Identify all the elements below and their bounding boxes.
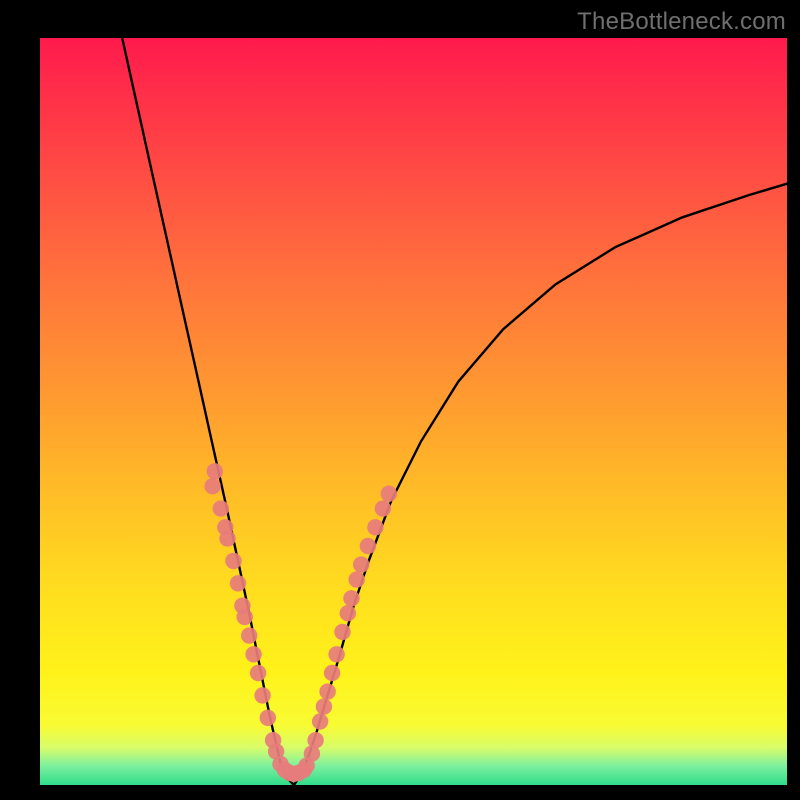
data-point: [260, 710, 276, 726]
data-point: [245, 646, 261, 662]
data-point: [319, 683, 335, 699]
data-point: [349, 571, 365, 587]
data-point: [324, 665, 340, 681]
data-point: [213, 500, 229, 516]
data-point: [241, 627, 257, 643]
left-curve: [122, 38, 294, 785]
data-point: [328, 646, 344, 662]
data-point: [225, 553, 241, 569]
data-point: [254, 687, 270, 703]
marker-group: [204, 463, 397, 782]
data-point: [340, 605, 356, 621]
data-point: [250, 665, 266, 681]
data-point: [367, 519, 383, 535]
data-point: [316, 698, 332, 714]
plot-area: [40, 38, 787, 785]
data-point: [375, 500, 391, 516]
data-point: [219, 530, 235, 546]
data-point: [207, 463, 223, 479]
data-point: [230, 575, 246, 591]
data-point: [334, 624, 350, 640]
right-curve: [294, 184, 787, 785]
data-point: [307, 732, 323, 748]
data-point: [360, 538, 376, 554]
data-point: [312, 713, 328, 729]
data-point: [381, 486, 397, 502]
data-point: [353, 556, 369, 572]
watermark-text: TheBottleneck.com: [577, 8, 786, 36]
data-point: [343, 590, 359, 606]
curve-layer: [40, 38, 787, 785]
data-point: [237, 609, 253, 625]
chart-frame: TheBottleneck.com: [0, 0, 800, 800]
data-point: [204, 478, 220, 494]
